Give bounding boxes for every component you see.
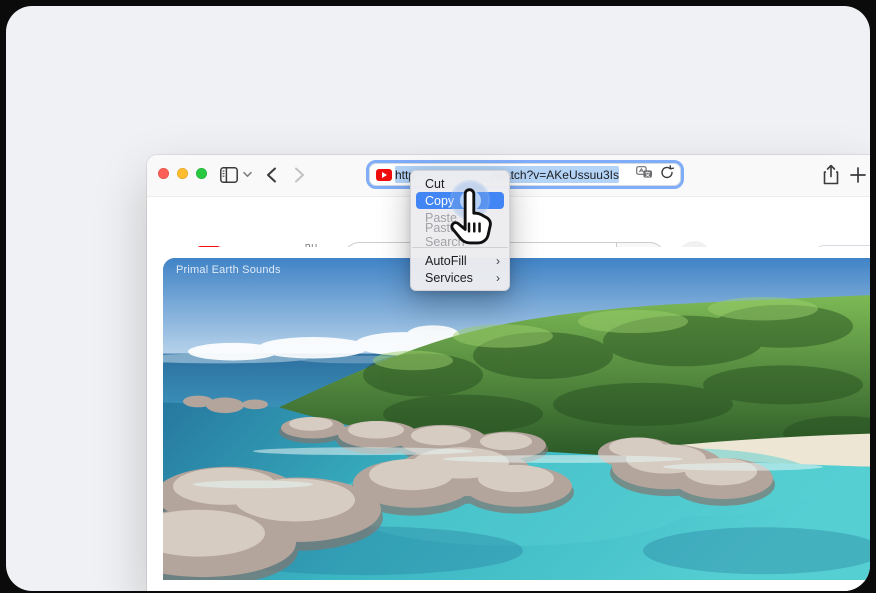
url-end: /watch?v=AKeUssuu3Is	[492, 168, 619, 182]
menu-item-services[interactable]: Services ›	[411, 269, 509, 286]
sidebar-icon[interactable]	[220, 167, 238, 183]
menu-item-autofill[interactable]: AutoFill ›	[411, 252, 509, 269]
youtube-favicon-icon	[376, 169, 392, 181]
traffic-lights	[158, 168, 207, 179]
video-scene	[163, 258, 870, 580]
new-tab-icon[interactable]	[850, 167, 866, 183]
minimize-window-button[interactable]	[177, 168, 188, 179]
back-button[interactable]	[266, 167, 277, 183]
share-icon[interactable]	[822, 164, 840, 186]
sidebar-chevron-down-icon[interactable]	[243, 171, 252, 178]
video-overlay-title: Primal Earth Sounds	[176, 264, 281, 276]
zoom-window-button[interactable]	[196, 168, 207, 179]
pointer-hand-cursor	[446, 187, 492, 250]
safari-window: http /watch?v=AKeUssuu3Is	[147, 155, 870, 591]
screenshot-card: http /watch?v=AKeUssuu3Is	[6, 6, 870, 591]
reload-icon[interactable]	[660, 165, 674, 185]
submenu-chevron-icon: ›	[496, 255, 500, 267]
forward-button[interactable]	[294, 167, 305, 183]
page-content: Primal Earth Sounds	[147, 247, 870, 591]
close-window-button[interactable]	[158, 168, 169, 179]
translate-icon[interactable]	[636, 166, 653, 184]
video-player[interactable]: Primal Earth Sounds	[163, 258, 870, 580]
submenu-chevron-icon: ›	[496, 272, 500, 284]
